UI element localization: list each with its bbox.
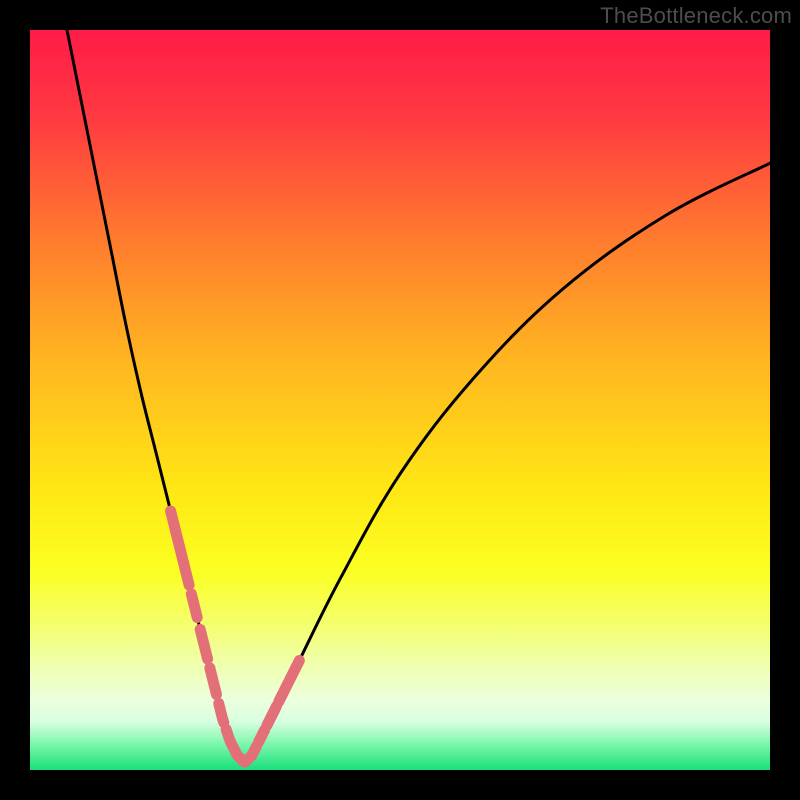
bottleneck-curve-line: [67, 30, 770, 763]
watermark-text: TheBottleneck.com: [600, 3, 792, 29]
curve-marker-segment: [210, 668, 217, 695]
plot-area: [30, 30, 770, 770]
curve-marker-segment: [226, 729, 248, 762]
curve-marker-segment: [279, 660, 300, 701]
curve-marker-segment: [267, 706, 277, 725]
curve-marker-segment: [219, 703, 224, 722]
curve-marker-segment: [259, 730, 265, 742]
curve-marker-segment: [200, 629, 207, 659]
outer-frame: TheBottleneck.com: [0, 0, 800, 800]
curve-marker-segment: [191, 594, 197, 618]
curve-marker-segment: [171, 511, 190, 585]
curve-marker-segment: [251, 746, 257, 756]
bottleneck-curve-svg: [30, 30, 770, 770]
